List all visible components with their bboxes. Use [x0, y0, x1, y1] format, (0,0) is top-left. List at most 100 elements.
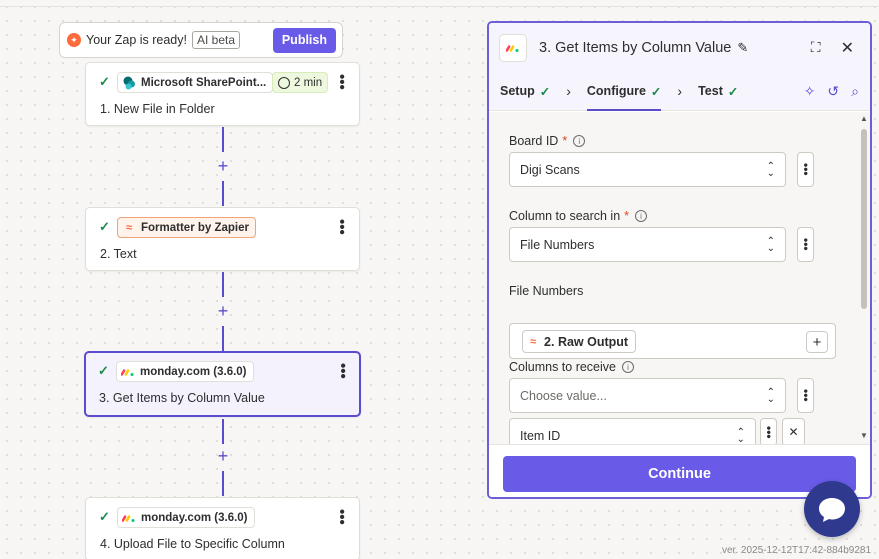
more-options-icon[interactable]: •••: [334, 363, 351, 379]
add-step-icon[interactable]: +: [215, 447, 231, 465]
monday-icon: [499, 33, 527, 62]
connector-line: [222, 419, 224, 444]
app-name: monday.com (3.6.0): [141, 511, 248, 524]
add-step-icon[interactable]: +: [215, 302, 231, 320]
chevron-up-down-icon: ⌃ ⌄: [766, 160, 775, 179]
app-badge: Microsoft SharePoint...: [117, 72, 274, 93]
select-value: Digi Scans: [520, 162, 580, 177]
check-icon: ✓: [650, 84, 662, 99]
banner-text: Your Zap is ready!: [86, 33, 187, 47]
columns-receive-select[interactable]: Choose value... ⌃ ⌄: [509, 378, 786, 413]
connector-line: [222, 127, 224, 152]
tab-label: Test: [698, 84, 723, 98]
check-icon: ✓: [99, 74, 110, 89]
panel-title: 3. Get Items by Column Value: [539, 39, 732, 56]
clock-icon: [278, 76, 290, 89]
select-value: Item ID: [520, 428, 561, 443]
step-card-3[interactable]: ✓ monday.com (3.6.0) ••• 3. Get Items by…: [84, 351, 361, 417]
chevron-up-down-icon: ⌃ ⌄: [766, 386, 775, 405]
file-numbers-label: File Numbers: [509, 284, 583, 298]
check-icon: ✓: [98, 363, 109, 378]
top-border: [0, 0, 879, 7]
step-title: 2. Text: [100, 247, 137, 261]
app-badge: ≈ Formatter by Zapier: [117, 217, 256, 238]
field-options-button[interactable]: •••: [797, 227, 814, 262]
app-name: Microsoft SharePoint...: [141, 76, 267, 89]
step-title: 1. New File in Folder: [100, 102, 215, 116]
step-card-1[interactable]: ✓ Microsoft SharePoint... 2 min ••• 1. N…: [85, 62, 360, 126]
label-text: File Numbers: [509, 284, 584, 298]
field-options-button[interactable]: •••: [797, 152, 814, 187]
panel-header: 3. Get Items by Column Value ✎ ⛶ ✕: [489, 23, 870, 72]
connector-line: [222, 272, 224, 297]
tab-label: Setup: [500, 84, 535, 98]
chat-button[interactable]: [804, 481, 860, 537]
ai-beta-badge: AI beta: [191, 31, 241, 49]
tab-configure[interactable]: Configure ✓: [586, 72, 662, 111]
label-text: Columns to receive: [509, 360, 616, 374]
add-step-icon[interactable]: +: [215, 157, 231, 175]
board-id-label: Board ID * i: [509, 134, 586, 148]
column-search-label: Column to search in * i: [509, 209, 648, 223]
label-text: Board ID: [509, 134, 559, 148]
chat-bubble-icon: [819, 498, 845, 522]
pill-label: 2. Raw Output: [544, 334, 629, 349]
publish-button[interactable]: Publish: [272, 27, 336, 53]
sparkle-icon: ✦: [67, 33, 81, 47]
check-icon: ✓: [99, 219, 110, 234]
ai-sparkle-icon[interactable]: ✧: [804, 83, 816, 100]
board-id-select[interactable]: Digi Scans ⌃ ⌄: [509, 152, 786, 187]
connector-line: [222, 181, 224, 206]
formatter-icon: ≈: [125, 221, 133, 234]
panel-tabs: Setup ✓ › Configure ✓ › Test ✓ ✧ ↺ ⌕: [489, 72, 870, 111]
select-value: File Numbers: [520, 237, 595, 252]
tab-setup[interactable]: Setup ✓: [500, 84, 550, 99]
scroll-up-icon[interactable]: ▲: [860, 114, 868, 123]
monday-icon: [121, 365, 135, 379]
info-icon[interactable]: i: [622, 361, 634, 373]
pencil-icon[interactable]: ✎: [737, 40, 748, 56]
more-options-icon[interactable]: •••: [333, 509, 350, 525]
chevron-up-down-icon: ⌃ ⌄: [736, 426, 745, 444]
column-search-select[interactable]: File Numbers ⌃ ⌄: [509, 227, 786, 262]
search-icon[interactable]: ⌕: [851, 83, 859, 100]
sharepoint-icon: [122, 76, 136, 90]
monday-icon: [122, 511, 136, 525]
app-badge: monday.com (3.6.0): [116, 361, 254, 382]
tab-test[interactable]: Test ✓: [698, 84, 738, 99]
scroll-down-icon[interactable]: ▼: [860, 431, 868, 440]
mapped-field-pill[interactable]: ≈ 2. Raw Output: [522, 330, 637, 353]
close-icon[interactable]: ✕: [841, 38, 854, 58]
continue-button[interactable]: Continue: [503, 456, 856, 492]
time-badge: 2 min: [272, 72, 329, 93]
more-options-icon[interactable]: •••: [333, 219, 350, 235]
zap-ready-banner: ✦ Your Zap is ready! AI beta Publish: [59, 22, 343, 58]
app-name: monday.com (3.6.0): [140, 365, 247, 378]
step-card-4[interactable]: ✓ monday.com (3.6.0) ••• 4. Upload File …: [85, 497, 360, 559]
scrollbar-thumb[interactable]: [861, 129, 867, 309]
field-options-button[interactable]: •••: [797, 378, 814, 413]
label-text: Column to search in: [509, 209, 621, 223]
chevron-right-icon: ›: [677, 83, 683, 99]
remove-item-button[interactable]: ✕: [782, 418, 805, 444]
formatter-icon: ≈: [530, 335, 537, 348]
file-numbers-input[interactable]: ≈ 2. Raw Output +: [509, 323, 836, 359]
info-icon[interactable]: i: [635, 210, 648, 222]
select-placeholder: Choose value...: [520, 388, 607, 403]
chevron-right-icon: ›: [566, 83, 571, 99]
expand-icon[interactable]: ⛶: [811, 39, 821, 56]
form-scrollbar[interactable]: ▲ ▼: [859, 112, 870, 444]
step-editor-panel: 3. Get Items by Column Value ✎ ⛶ ✕ Setup…: [487, 21, 872, 499]
undo-icon[interactable]: ↺: [827, 83, 839, 100]
more-options-icon[interactable]: •••: [333, 74, 350, 90]
field-options-button[interactable]: •••: [760, 418, 777, 444]
step-title: 3. Get Items by Column Value: [99, 391, 265, 405]
columns-receive-item[interactable]: Item ID ⌃ ⌄: [509, 418, 756, 444]
time-label: 2 min: [294, 76, 323, 89]
connector-line: [222, 326, 224, 351]
info-icon[interactable]: i: [573, 135, 586, 147]
step-card-2[interactable]: ✓ ≈ Formatter by Zapier ••• 2. Text: [85, 207, 360, 271]
panel-tools: ✧ ↺ ⌕: [804, 83, 859, 100]
check-icon: ✓: [727, 84, 739, 99]
insert-data-button[interactable]: +: [806, 331, 828, 353]
